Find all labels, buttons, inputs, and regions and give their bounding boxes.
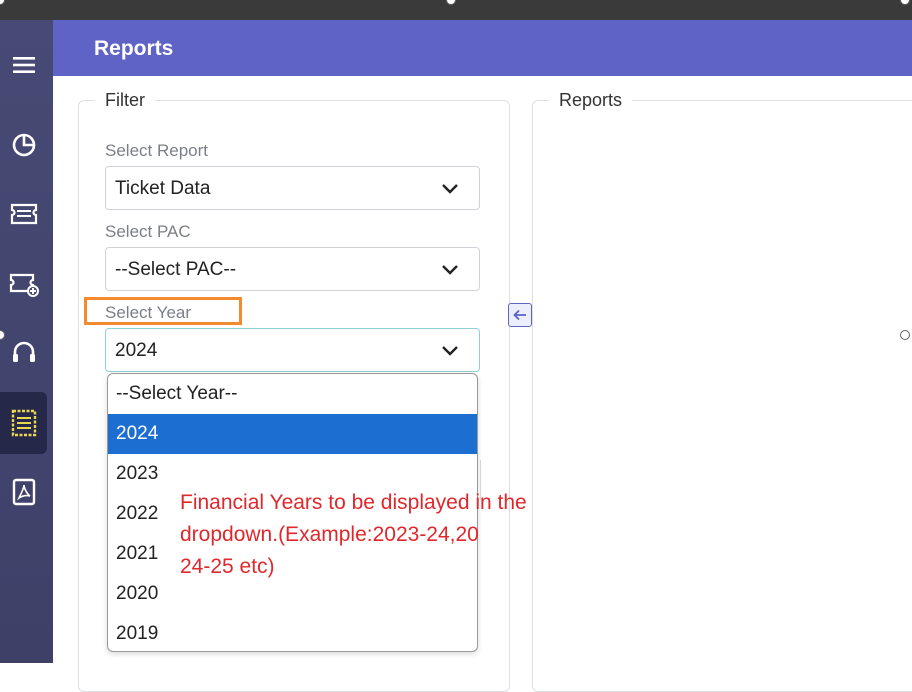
arrow-left-icon <box>513 309 526 321</box>
chevron-down-icon <box>442 346 458 356</box>
select-year-dropdown[interactable]: 2024 <box>105 328 480 372</box>
ticket-stack-icon <box>10 203 37 225</box>
sidebar <box>0 20 53 663</box>
select-report-dropdown[interactable]: Ticket Data <box>105 166 480 210</box>
page-header: Reports <box>53 20 912 76</box>
annotation-highlight-box <box>84 297 242 325</box>
select-pac-dropdown[interactable]: --Select PAC-- <box>105 247 480 291</box>
year-option-selected[interactable]: 2024 <box>108 414 477 454</box>
pie-chart-icon <box>12 133 35 157</box>
resize-handle-right[interactable] <box>900 330 910 340</box>
sidebar-item-reports[interactable] <box>0 392 47 454</box>
chevron-down-icon <box>442 265 458 275</box>
annotation-note: Financial Years to be displayed in the d… <box>180 491 527 578</box>
select-report-value: Ticket Data <box>115 178 211 199</box>
page-title: Reports <box>94 37 174 60</box>
year-option[interactable]: --Select Year-- <box>108 374 477 414</box>
collapse-panel-button[interactable] <box>508 303 532 327</box>
ticket-add-icon <box>9 273 39 297</box>
select-report-label: Select Report <box>105 141 208 160</box>
select-pac-label: Select PAC <box>105 222 191 241</box>
filter-legend: Filter <box>105 90 145 110</box>
sidebar-item-menu[interactable] <box>0 41 47 89</box>
sidebar-item-pdf[interactable] <box>0 468 47 516</box>
window-titlebar <box>0 0 912 20</box>
sidebar-item-support[interactable] <box>0 329 47 377</box>
sidebar-item-tickets[interactable] <box>0 190 47 238</box>
reports-legend: Reports <box>559 90 623 110</box>
headset-icon <box>12 341 35 362</box>
chevron-down-icon <box>442 184 458 194</box>
hamburger-menu-icon <box>12 57 35 73</box>
select-year-value: 2024 <box>115 340 158 361</box>
select-pac-value: --Select PAC-- <box>115 259 237 280</box>
pdf-file-icon <box>12 478 35 506</box>
sidebar-item-dashboard[interactable] <box>0 121 47 169</box>
reports-panel: Reports <box>532 90 912 692</box>
sidebar-item-add-ticket[interactable] <box>0 260 47 308</box>
report-document-icon <box>11 409 36 437</box>
year-option[interactable]: 2019 <box>108 614 477 651</box>
